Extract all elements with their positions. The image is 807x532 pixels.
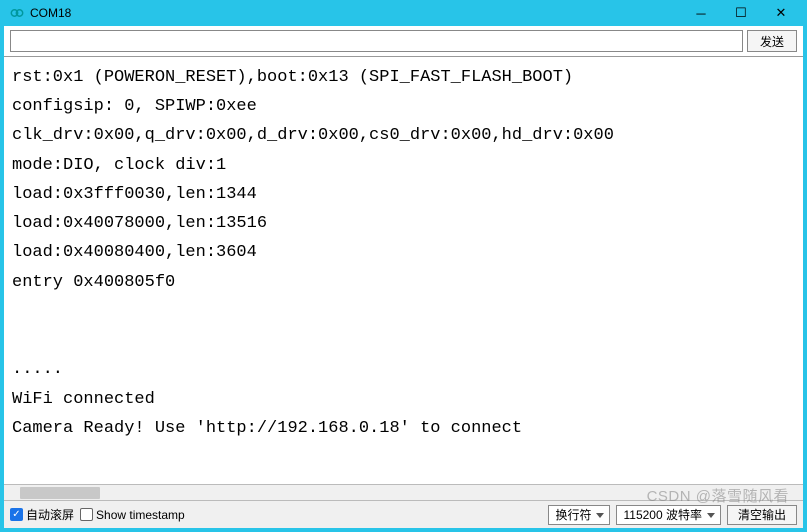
serial-console: rst:0x1 (POWERON_RESET),boot:0x13 (SPI_F… [4, 57, 803, 484]
autoscroll-label: 自动滚屏 [26, 506, 74, 523]
send-button[interactable]: 发送 [747, 30, 797, 52]
scroll-thumb[interactable] [20, 487, 100, 499]
autoscroll-checkbox[interactable]: ✓ 自动滚屏 [10, 506, 74, 523]
input-row: 发送 [4, 26, 803, 57]
maximize-button[interactable]: ☐ [721, 2, 761, 24]
arduino-icon [10, 6, 24, 20]
minimize-button[interactable]: ─ [681, 2, 721, 24]
horizontal-scrollbar[interactable] [4, 484, 803, 500]
line-ending-value: 换行符 [555, 506, 591, 523]
baud-dropdown[interactable]: 115200 波特率 [616, 505, 721, 525]
serial-input[interactable] [10, 30, 743, 52]
timestamp-label: Show timestamp [96, 508, 185, 522]
clear-button[interactable]: 清空输出 [727, 505, 797, 525]
baud-value: 115200 波特率 [623, 506, 702, 523]
check-icon [80, 508, 93, 521]
bottombar: ✓ 自动滚屏 Show timestamp 换行符 115200 波特率 清空输… [4, 500, 803, 528]
timestamp-checkbox[interactable]: Show timestamp [80, 508, 185, 522]
window-title: COM18 [30, 6, 681, 20]
check-icon: ✓ [10, 508, 23, 521]
titlebar: COM18 ─ ☐ ✕ [4, 0, 803, 26]
line-ending-dropdown[interactable]: 换行符 [548, 505, 610, 525]
close-button[interactable]: ✕ [761, 2, 801, 24]
